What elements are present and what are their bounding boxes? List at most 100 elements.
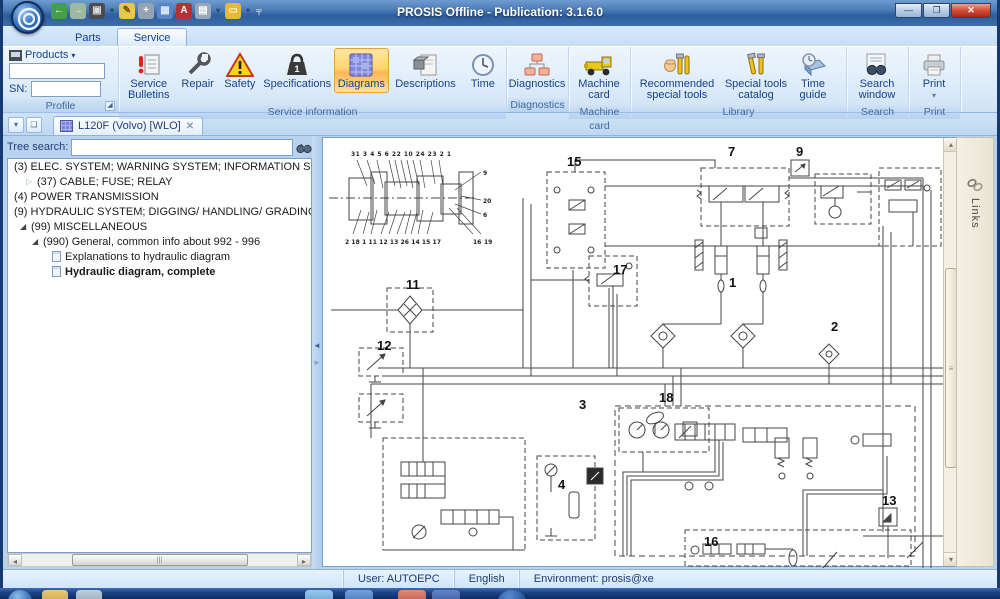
- taskbar-folder-icon[interactable]: [42, 590, 68, 599]
- panel-splitter[interactable]: ◄ ►: [312, 136, 322, 569]
- specifications-icon: 1: [284, 51, 310, 79]
- taskbar-app-icon[interactable]: [305, 590, 333, 599]
- print-label: Print: [923, 79, 946, 90]
- tab-close-icon[interactable]: ✕: [186, 121, 194, 132]
- special-tools-catalog-button[interactable]: Special tools catalog: [721, 48, 791, 104]
- taskbar-app-icon[interactable]: [432, 590, 460, 599]
- diagnostics-icon: [524, 51, 550, 79]
- tree-horizontal-scrollbar[interactable]: ◂ ||| ▸: [7, 553, 312, 567]
- specifications-button[interactable]: 1 Specifications: [261, 48, 334, 93]
- tree-item-label: (9) HYDRAULIC SYSTEM; DIGGING/ HANDLING/…: [14, 206, 312, 218]
- tree-item[interactable]: ◢(990) General, common info about 992 - …: [8, 234, 311, 249]
- status-user: User: AUTOEPC: [343, 570, 454, 588]
- group-library: Recommended special tools Special tools …: [631, 47, 847, 112]
- products-button[interactable]: Products ▾: [9, 49, 109, 61]
- search-window-icon: [863, 51, 891, 79]
- status-environment: Environment: prosis@xe: [519, 570, 668, 588]
- tree-item[interactable]: ▷(37) CABLE; FUSE; RELAY: [8, 174, 311, 189]
- diagram-number: 4: [558, 477, 565, 492]
- descriptions-button[interactable]: Descriptions: [389, 48, 462, 93]
- diagrams-button[interactable]: Diagrams: [334, 48, 390, 93]
- maximize-button[interactable]: ❐: [923, 3, 950, 18]
- diagram-number: 13: [882, 493, 896, 508]
- products-dropdown-icon: ▾: [71, 51, 75, 60]
- diagram-number: 3: [579, 397, 586, 412]
- diagram-number: 15: [567, 154, 581, 169]
- tree-item[interactable]: Explanations to hydraulic diagram: [8, 249, 311, 264]
- tree-item[interactable]: (9) HYDRAULIC SYSTEM; DIGGING/ HANDLING/…: [8, 204, 311, 219]
- group-machine-card-label: Machine card: [569, 105, 630, 119]
- diagnostics-button[interactable]: Diagnostics: [509, 48, 565, 93]
- profile-dialog-launcher[interactable]: ◢: [105, 101, 115, 111]
- window-title: PROSIS Offline - Publication: 3.1.6.0: [3, 5, 997, 19]
- recommended-special-tools-button[interactable]: Recommended special tools: [633, 48, 721, 104]
- taskbar-app-icon[interactable]: [498, 590, 526, 599]
- binoculars-icon[interactable]: [296, 141, 312, 154]
- taskbar-app-icon[interactable]: [398, 590, 426, 599]
- tab-list-dropdown-button[interactable]: ▾: [8, 117, 24, 133]
- tree-expander-icon[interactable]: ▷: [26, 177, 37, 186]
- ribbon-spacer: [961, 47, 997, 112]
- tree-search-input[interactable]: [71, 139, 293, 156]
- service-bulletins-button[interactable]: Service Bulletins: [121, 48, 177, 104]
- products-combobox[interactable]: [9, 63, 105, 79]
- machine-card-label: Machine card: [573, 79, 625, 101]
- search-window-button[interactable]: Search window: [849, 48, 905, 104]
- tree-search-label: Tree search:: [7, 141, 68, 153]
- machine-card-button[interactable]: Machine card: [571, 48, 627, 104]
- minimize-button[interactable]: —: [895, 3, 922, 18]
- descriptions-icon: [412, 51, 438, 79]
- print-button[interactable]: Print ▾: [911, 48, 957, 104]
- tree-item-label: Hydraulic diagram, complete: [65, 266, 215, 278]
- document-icon: [52, 251, 61, 262]
- taskbar-app-icon[interactable]: [345, 590, 373, 599]
- tree-item[interactable]: ◢(99) MISCELLANEOUS: [8, 219, 311, 234]
- time-guide-button[interactable]: Time guide: [791, 48, 835, 104]
- windows-taskbar: [0, 588, 1000, 599]
- tree-item[interactable]: (4) POWER TRANSMISSION: [8, 189, 311, 204]
- tree-list: (3) ELEC. SYSTEM; WARNING SYSTEM; INFORM…: [7, 158, 312, 553]
- tree-item-label: (3) ELEC. SYSTEM; WARNING SYSTEM; INFORM…: [14, 161, 312, 173]
- time-button[interactable]: Time: [462, 48, 504, 93]
- status-bar: User: AUTOEPC English Environment: prosi…: [3, 569, 997, 588]
- tree-item[interactable]: (3) ELEC. SYSTEM; WARNING SYSTEM; INFORM…: [8, 159, 311, 174]
- taskbar-app-icon[interactable]: [76, 590, 102, 599]
- links-panel-label: Links: [969, 198, 981, 229]
- scroll-left-arrow[interactable]: ◂: [8, 554, 22, 566]
- status-language[interactable]: English: [454, 570, 519, 588]
- print-icon: [921, 51, 947, 79]
- scroll-right-arrow[interactable]: ▸: [297, 554, 311, 566]
- diagram-number: 16: [704, 534, 718, 549]
- tree-expander-icon[interactable]: ◢: [32, 237, 43, 246]
- tree-expander-icon[interactable]: ◢: [20, 222, 31, 231]
- group-search: Search window Search: [847, 47, 909, 112]
- tab-service[interactable]: Service: [117, 28, 188, 46]
- repair-button[interactable]: Repair: [177, 48, 219, 93]
- scroll-track[interactable]: |||: [22, 554, 297, 566]
- close-button[interactable]: ✕: [951, 3, 991, 18]
- diagnostics-label: Diagnostics: [509, 79, 566, 90]
- diagram-doc-icon: [60, 120, 73, 132]
- scroll-thumb[interactable]: |||: [72, 554, 248, 566]
- ribbon: Products ▾ SN: Profile ◢ Service: [3, 46, 997, 113]
- machine-card-icon: [584, 51, 614, 79]
- search-window-label: Search window: [851, 79, 903, 101]
- svg-text:1: 1: [295, 64, 300, 74]
- diagram-panel: 31 3 4 5 6 22 10 24 23 2 1 2 18 1 11 12 …: [322, 137, 959, 567]
- tab-parts[interactable]: Parts: [59, 29, 117, 46]
- new-tab-button[interactable]: ❏: [26, 117, 42, 133]
- safety-button[interactable]: Safety: [219, 48, 261, 93]
- tree-panel: Tree search: (3) ELEC. SYSTEM; WARNING S…: [7, 137, 312, 567]
- recommended-special-tools-icon: [662, 51, 692, 79]
- specifications-label: Specifications: [263, 79, 331, 90]
- diagram-number: 12: [377, 338, 391, 353]
- tree-item[interactable]: Hydraulic diagram, complete: [8, 264, 311, 279]
- collapse-right-icon[interactable]: ►: [313, 358, 321, 367]
- collapse-left-icon[interactable]: ◄: [313, 341, 321, 350]
- links-panel-collapsed[interactable]: Links: [956, 137, 994, 567]
- orb-swirl-icon: [16, 6, 43, 33]
- sn-input[interactable]: [31, 81, 101, 97]
- start-orb-icon[interactable]: [8, 590, 32, 599]
- application-orb-button[interactable]: [11, 1, 44, 34]
- print-dropdown-icon[interactable]: ▾: [932, 90, 936, 101]
